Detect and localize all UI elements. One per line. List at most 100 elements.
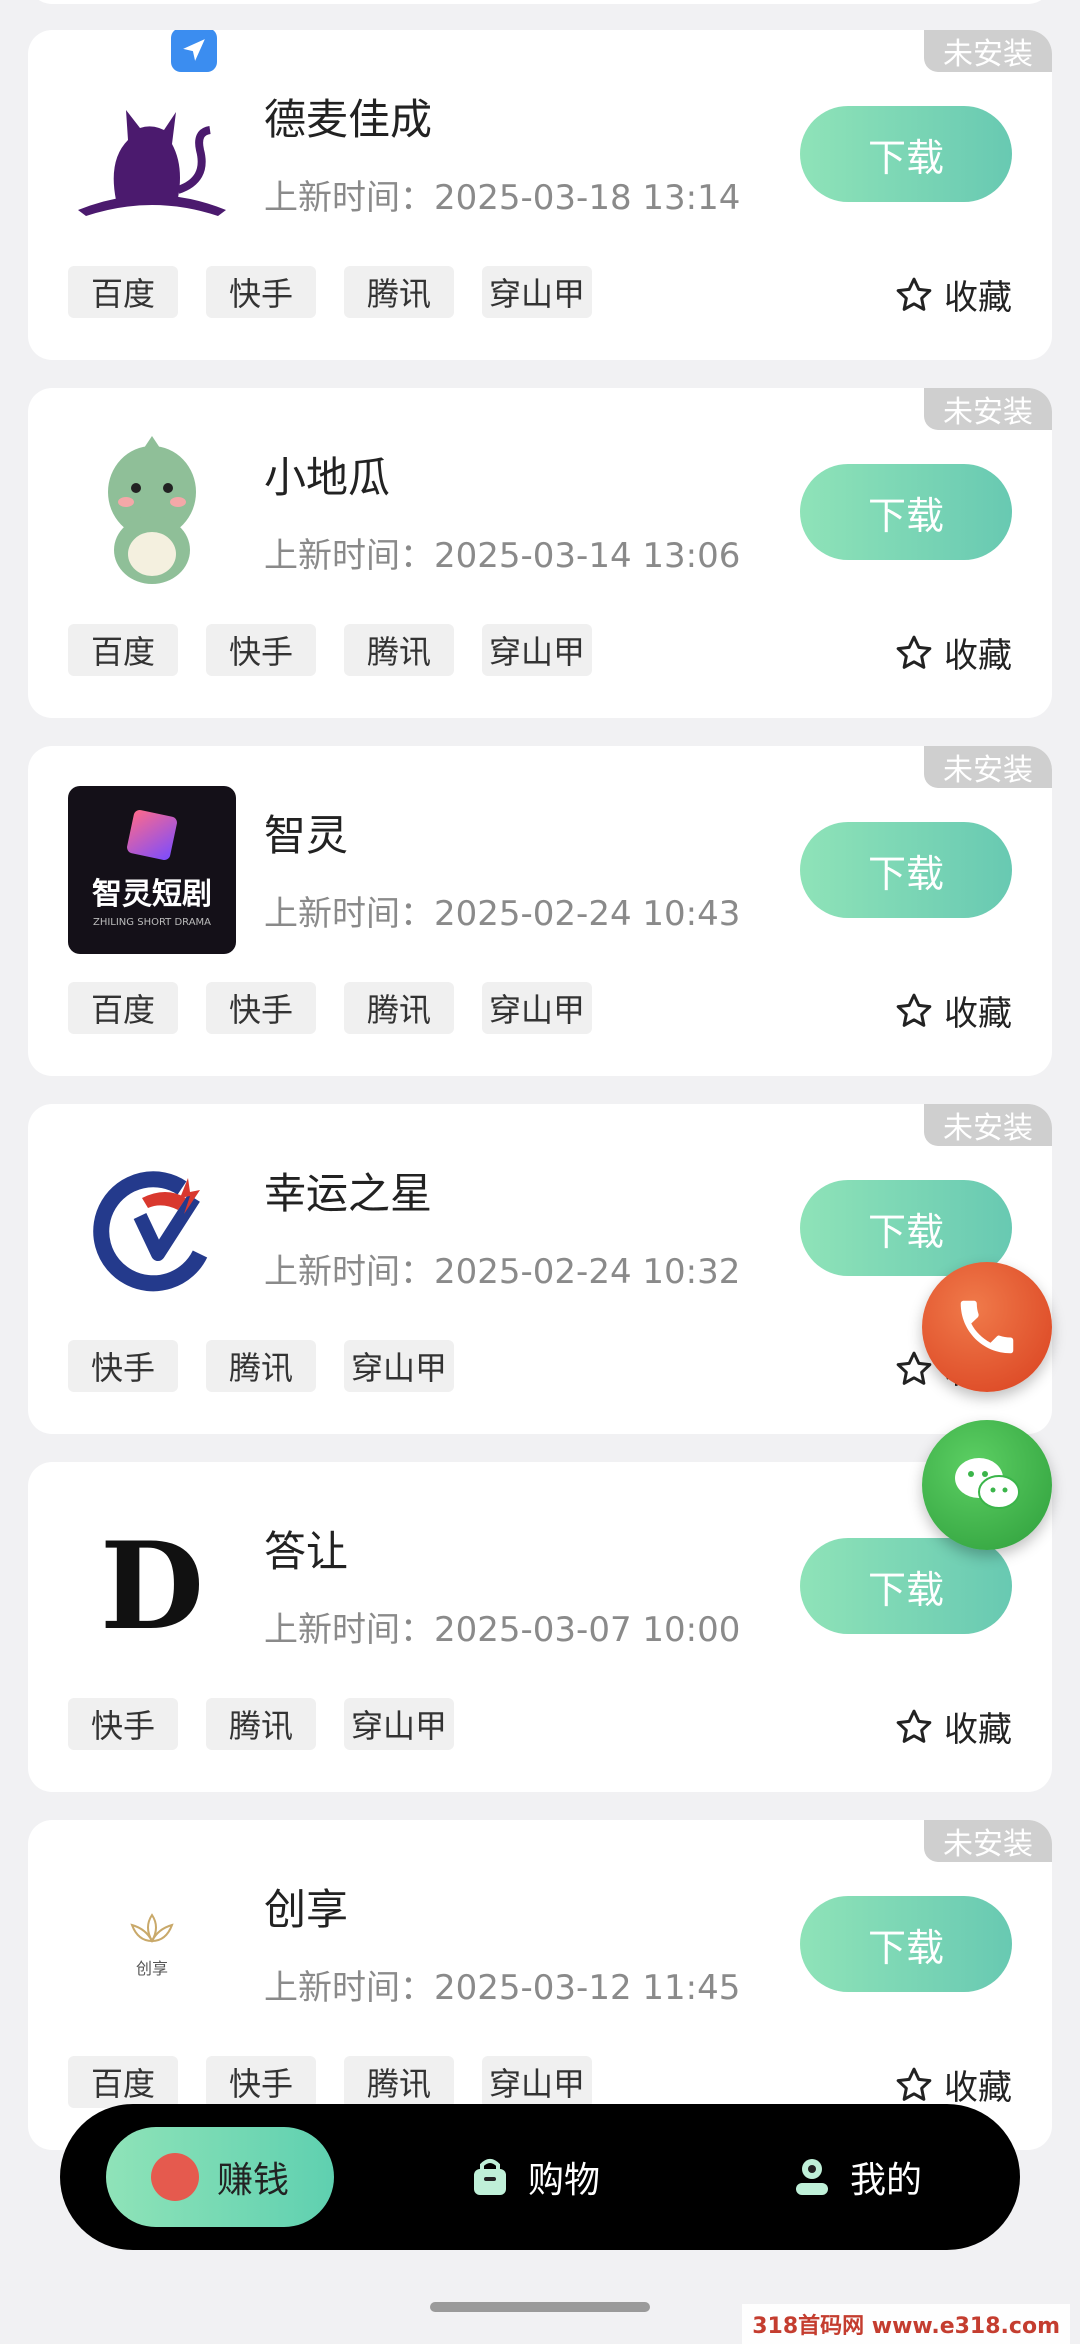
app-card[interactable]: 未安装 智灵短剧 ZHILING SHORT DRAMA 智灵 上新时间：202… <box>28 746 1052 1076</box>
release-time: 上新时间：2025-03-18 13:14 <box>264 178 741 218</box>
chuangxiang-logo: 创享 <box>68 1860 236 2028</box>
install-status-badge: 未安装 <box>924 30 1052 72</box>
star-icon <box>896 277 932 311</box>
cat-logo-icon <box>68 70 236 238</box>
release-time: 上新时间：2025-02-24 10:32 <box>264 1252 741 1292</box>
tag-list: 百度 快手 腾讯 穿山甲 <box>68 982 592 1034</box>
zhiling-logo: 智灵短剧 ZHILING SHORT DRAMA <box>68 786 236 954</box>
tag: 腾讯 <box>206 1698 316 1750</box>
app-name: 创享 <box>264 1885 349 1934</box>
tag: 快手 <box>206 2056 316 2108</box>
tag: 百度 <box>68 982 178 1034</box>
tag-list: 快手 腾讯 穿山甲 <box>68 1340 454 1392</box>
earn-icon <box>150 2153 199 2201</box>
nav-shop-label: 购物 <box>528 2160 601 2201</box>
release-time: 上新时间：2025-03-07 10:00 <box>264 1610 741 1650</box>
tag: 快手 <box>68 1698 178 1750</box>
phone-call-button[interactable] <box>922 1262 1052 1392</box>
home-indicator[interactable] <box>430 2302 650 2312</box>
wechat-icon <box>955 1458 1020 1509</box>
tag: 腾讯 <box>344 266 454 318</box>
tag: 穿山甲 <box>344 1340 454 1392</box>
tag: 穿山甲 <box>482 982 592 1034</box>
star-icon <box>896 993 932 1027</box>
nav-mine-label: 我的 <box>850 2160 923 2201</box>
nav-shop-tab[interactable]: 购物 <box>470 2127 600 2227</box>
app-name: 答让 <box>264 1527 349 1576</box>
favorite-label: 收藏 <box>944 994 1012 1034</box>
watermark: 318首码网 www.e318.com <box>742 2304 1070 2344</box>
favorite-label: 收藏 <box>944 1710 1012 1750</box>
favorite-label: 收藏 <box>944 2068 1012 2108</box>
favorite-button[interactable]: 收藏 <box>894 628 1012 677</box>
tag: 穿山甲 <box>482 266 592 318</box>
favorite-label: 收藏 <box>944 636 1012 676</box>
release-time: 上新时间：2025-02-24 10:43 <box>264 894 741 934</box>
favorite-button[interactable]: 收藏 <box>894 270 1012 319</box>
bottom-nav: 赚钱 购物 我的 <box>60 2104 1020 2250</box>
tag: 百度 <box>68 624 178 676</box>
tag-list: 百度 快手 腾讯 穿山甲 <box>68 624 592 676</box>
star-icon <box>896 1709 932 1743</box>
favorite-button[interactable]: 收藏 <box>894 986 1012 1035</box>
download-button[interactable]: 下载 <box>800 1538 1012 1634</box>
profile-icon <box>796 2159 828 2195</box>
release-time: 上新时间：2025-03-14 13:06 <box>264 536 741 576</box>
favorite-label: 收藏 <box>944 278 1012 318</box>
wechat-button[interactable] <box>922 1420 1052 1550</box>
install-status-badge: 未安装 <box>924 1104 1052 1146</box>
tag: 快手 <box>206 624 316 676</box>
tag: 腾讯 <box>344 982 454 1034</box>
tag: 穿山甲 <box>344 1698 454 1750</box>
phone-icon <box>960 1300 1014 1354</box>
nav-earn-label: 赚钱 <box>216 2160 289 2201</box>
location-icon <box>171 30 217 72</box>
lucky-star-logo-icon <box>68 1144 236 1312</box>
cube-icon <box>125 808 179 861</box>
card-top-remnant <box>28 0 1052 4</box>
tag: 快手 <box>206 982 316 1034</box>
tag: 腾讯 <box>206 1340 316 1392</box>
logo-subtext: ZHILING SHORT DRAMA <box>92 916 212 928</box>
tag: 快手 <box>68 1340 178 1392</box>
star-icon <box>896 2067 932 2101</box>
download-button[interactable]: 下载 <box>800 822 1012 918</box>
app-card[interactable]: 未安装 小地瓜 上新时间：2025-03-14 13:06 下载 百度 快手 腾… <box>28 388 1052 718</box>
download-button[interactable]: 下载 <box>800 464 1012 560</box>
nav-earn-tab[interactable]: 赚钱 <box>106 2127 334 2227</box>
install-status-badge: 未安装 <box>924 1820 1052 1862</box>
release-time: 上新时间：2025-03-12 11:45 <box>264 1968 741 2008</box>
tag: 穿山甲 <box>482 2056 592 2108</box>
app-card[interactable]: 未安装 创享 创享 上新时间：2025-03-12 11:45 下载 百度 快手… <box>28 1820 1052 2150</box>
tag: 百度 <box>68 2056 178 2108</box>
download-button[interactable]: 下载 <box>800 1896 1012 1992</box>
tag: 百度 <box>68 266 178 318</box>
shopping-bag-icon <box>474 2159 506 2195</box>
favorite-button[interactable]: 收藏 <box>894 1702 1012 1751</box>
app-name: 幸运之星 <box>264 1169 433 1218</box>
favorite-button[interactable]: 收藏 <box>894 2060 1012 2109</box>
dinosaur-logo-icon <box>68 428 236 596</box>
tag: 快手 <box>206 266 316 318</box>
tag: 穿山甲 <box>482 624 592 676</box>
tag-list: 百度 快手 腾讯 穿山甲 <box>68 266 592 318</box>
app-name: 德麦佳成 <box>264 95 433 144</box>
nav-mine-tab[interactable]: 我的 <box>792 2127 922 2227</box>
tag-list: 百度 快手 腾讯 穿山甲 <box>68 2056 592 2108</box>
tag-list: 快手 腾讯 穿山甲 <box>68 1698 454 1750</box>
daran-logo: D <box>68 1502 236 1670</box>
app-card[interactable]: 未安装 幸运之星 上新时间：2025-02-24 10:32 下载 快手 腾讯 … <box>28 1104 1052 1434</box>
star-icon <box>896 635 932 669</box>
app-name: 智灵 <box>264 811 349 860</box>
tag: 腾讯 <box>344 624 454 676</box>
app-card[interactable]: D 答让 上新时间：2025-03-07 10:00 下载 快手 腾讯 穿山甲 … <box>28 1462 1052 1792</box>
logo-text: 创享 <box>135 1959 168 1978</box>
install-status-badge: 未安装 <box>924 388 1052 430</box>
lotus-icon <box>130 1913 174 1944</box>
tag: 腾讯 <box>344 2056 454 2108</box>
app-card[interactable]: 未安装 德麦佳成 上新时间：2025-03-18 13:14 下载 百度 快手 … <box>28 30 1052 360</box>
install-status-badge: 未安装 <box>924 746 1052 788</box>
logo-text: D <box>99 1515 205 1657</box>
download-button[interactable]: 下载 <box>800 106 1012 202</box>
app-name: 小地瓜 <box>264 453 391 502</box>
